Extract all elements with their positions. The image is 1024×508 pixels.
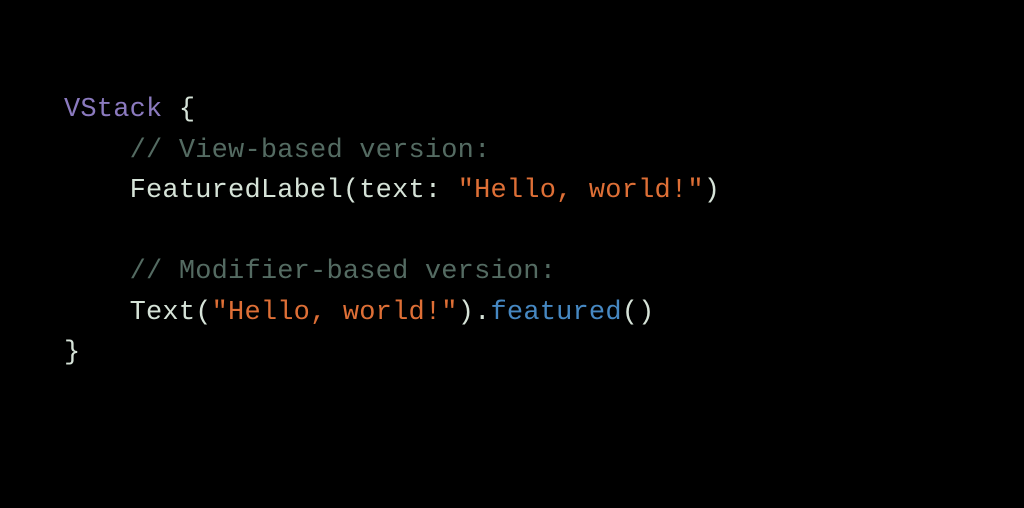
code-line-5: Text("Hello, world!").featured() [64, 293, 960, 334]
indent [64, 131, 130, 172]
token-string: "Hello, world!" [212, 298, 458, 328]
token-method: featured [491, 298, 622, 328]
token-brace-close: } [64, 338, 80, 368]
code-line-1: VStack { [64, 90, 960, 131]
indent [64, 252, 130, 293]
token-arg-label: text: [359, 176, 457, 206]
token-paren-open: ( [622, 298, 638, 328]
token-call: FeaturedLabel [130, 176, 343, 206]
token-paren-open: ( [343, 176, 359, 206]
blank-line [64, 212, 960, 253]
token-brace-open: { [162, 95, 195, 125]
code-block: VStack { // View-based version: Featured… [0, 0, 1024, 464]
code-line-2: // View-based version: [64, 131, 960, 172]
token-paren-close: ) [704, 176, 720, 206]
code-line-6: } [64, 333, 960, 374]
indent [64, 293, 130, 334]
token-call: Text [130, 298, 196, 328]
indent [64, 171, 130, 212]
code-line-3: FeaturedLabel(text: "Hello, world!") [64, 171, 960, 212]
token-paren-open: ( [195, 298, 211, 328]
token-comment: // Modifier-based version: [130, 257, 556, 287]
code-line-4: // Modifier-based version: [64, 252, 960, 293]
token-string: "Hello, world!" [458, 176, 704, 206]
token-comment: // View-based version: [130, 136, 491, 166]
token-dot: . [474, 298, 490, 328]
token-type: VStack [64, 95, 162, 125]
token-paren-close: ) [458, 298, 474, 328]
token-paren-close: ) [638, 298, 654, 328]
